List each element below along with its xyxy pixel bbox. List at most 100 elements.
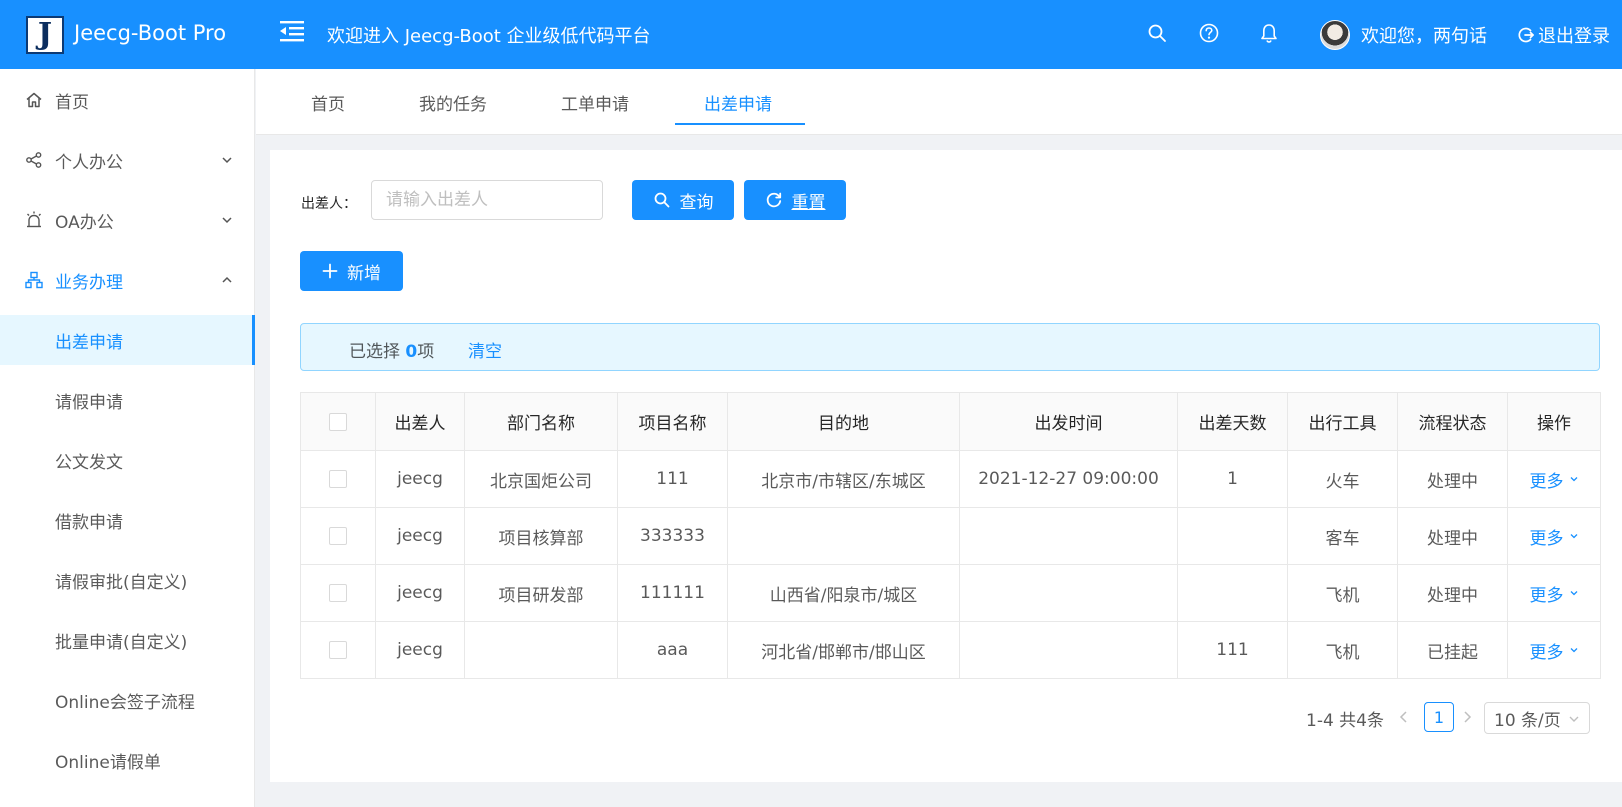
reset-button[interactable]: 重置 <box>744 180 846 220</box>
selection-info: 已选择 0项 <box>349 342 435 362</box>
column-header[interactable]: 流程状态 <box>1397 392 1508 451</box>
logout-button[interactable]: 退出登录 <box>1517 22 1610 48</box>
more-actions-link[interactable]: 更多 <box>1530 638 1579 663</box>
row-checkbox[interactable] <box>329 527 347 545</box>
cell-transport: 火车 <box>1287 450 1398 508</box>
column-header[interactable]: 项目名称 <box>617 392 728 451</box>
tab-business-trip[interactable]: 出差申请 <box>704 69 772 135</box>
column-header[interactable]: 目的地 <box>727 392 960 451</box>
sidebar-subitem-online-countersign[interactable]: Online会签子流程 <box>0 675 255 725</box>
select-all-checkbox[interactable] <box>329 412 347 431</box>
sidebar-subitem-label: 请假审批(自定义) <box>55 572 188 593</box>
top-header: J Jeecg-Boot Pro 欢迎进入 Jeecg-Boot 企业级低代码平… <box>0 0 1622 69</box>
reload-icon <box>766 192 781 208</box>
table-row[interactable]: jeecg 北京国炬公司 111 北京市/市辖区/东城区 2021-12-27 … <box>300 450 1601 508</box>
page-size-select[interactable]: 10 条/页 <box>1484 702 1590 734</box>
sidebar-subitem-leave[interactable]: 请假申请 <box>0 375 255 425</box>
add-button-label: 新增 <box>347 263 381 283</box>
query-button[interactable]: 查询 <box>632 180 734 220</box>
chevron-left-icon[interactable] <box>1396 709 1412 725</box>
table-row[interactable]: jeecg aaa 河北省/邯郸市/邯山区 111 飞机 已挂起 更多 <box>300 621 1601 679</box>
sidebar-subitem-label: Online会签子流程 <box>55 692 195 713</box>
sidebar-subitem-label: 请假申请 <box>55 392 123 413</box>
cell-depart-time <box>959 564 1178 622</box>
more-actions-link[interactable]: 更多 <box>1530 581 1579 606</box>
cell-transport: 飞机 <box>1287 564 1398 622</box>
sidebar-subitem-loan[interactable]: 借款申请 <box>0 495 255 545</box>
row-checkbox[interactable] <box>329 584 347 602</box>
cell-days <box>1177 564 1288 622</box>
column-header[interactable]: 出差人 <box>375 392 465 451</box>
traveler-search-input[interactable] <box>371 180 603 220</box>
user-greeting[interactable]: 欢迎您，两句话 <box>1361 22 1487 48</box>
add-button[interactable]: 新增 <box>300 251 403 291</box>
column-header[interactable]: 出发时间 <box>959 392 1178 451</box>
query-button-label: 查询 <box>679 192 714 212</box>
cell-destination: 河北省/邯郸市/邯山区 <box>727 621 960 679</box>
cell-project: 333333 <box>617 507 728 565</box>
alarm-icon <box>27 211 41 228</box>
selection-count: 0 <box>405 342 418 362</box>
sidebar-item-home[interactable]: 首页 <box>0 75 255 125</box>
cell-person: jeecg <box>375 621 465 679</box>
chevron-down-icon <box>1570 591 1577 596</box>
sidebar-subitem-label: Online请假单 <box>55 752 161 773</box>
row-checkbox[interactable] <box>329 641 347 659</box>
sidebar-subitem-batch[interactable]: 批量申请(自定义) <box>0 615 255 665</box>
page-size-value: 10 条/页 <box>1494 710 1561 731</box>
cell-person: jeecg <box>375 507 465 565</box>
clear-selection-link[interactable]: 清空 <box>468 337 502 362</box>
column-header[interactable]: 部门名称 <box>464 392 618 451</box>
sidebar-subitem-label: 出差申请 <box>55 332 123 353</box>
pagination-page[interactable]: 1 <box>1424 702 1454 732</box>
cell-days: 1 <box>1177 450 1288 508</box>
chevron-up-icon <box>222 276 232 283</box>
sidebar-item-business[interactable]: 业务办理 <box>0 255 255 305</box>
share-icon <box>26 152 42 168</box>
row-select-cell <box>300 621 376 679</box>
menu-fold-icon[interactable] <box>278 18 306 44</box>
column-header[interactable]: 出行工具 <box>1287 392 1398 451</box>
page-tabs: 首页 我的任务 工单申请 出差申请 <box>256 69 1622 135</box>
tab-my-tasks[interactable]: 我的任务 <box>419 69 487 135</box>
business-trip-table: 出差人 部门名称 项目名称 目的地 出发时间 出差天数 出行工具 流程状态 操作… <box>300 392 1601 679</box>
tab-work-order[interactable]: 工单申请 <box>561 69 629 135</box>
cell-transport: 飞机 <box>1287 621 1398 679</box>
logout-label: 退出登录 <box>1538 26 1610 47</box>
sidebar-item-oa-office[interactable]: OA办公 <box>0 195 255 245</box>
sidebar-subitem-business-trip[interactable]: 出差申请 <box>0 315 255 365</box>
table-row[interactable]: jeecg 项目核算部 333333 客车 处理中 更多 <box>300 507 1601 565</box>
sidebar-subitem-leave-approval[interactable]: 请假审批(自定义) <box>0 555 255 605</box>
pagination-total: 1-4 共4条 <box>1306 711 1384 731</box>
help-icon[interactable] <box>1198 22 1220 44</box>
tab-home[interactable]: 首页 <box>311 69 345 135</box>
selection-alert: 已选择 0项 清空 <box>300 323 1600 371</box>
cell-dept: 北京国炬公司 <box>464 450 618 508</box>
sidebar-subitem-document[interactable]: 公文发文 <box>0 435 255 485</box>
cell-action: 更多 <box>1507 564 1601 622</box>
chevron-down-icon <box>222 217 232 224</box>
row-checkbox[interactable] <box>329 470 347 488</box>
cell-status: 处理中 <box>1397 507 1508 565</box>
chevron-right-icon[interactable] <box>1459 709 1475 725</box>
header-welcome: 欢迎进入 Jeecg-Boot 企业级低代码平台 <box>327 26 651 47</box>
chevron-down-icon <box>1570 534 1577 539</box>
reset-button-label: 重置 <box>791 192 826 212</box>
search-icon[interactable] <box>1146 22 1168 44</box>
sidebar-item-personal-office[interactable]: 个人办公 <box>0 135 255 185</box>
chevron-down-icon <box>222 157 232 164</box>
bell-icon[interactable] <box>1258 22 1280 44</box>
sidebar-item-label: 首页 <box>55 92 89 113</box>
more-actions-link[interactable]: 更多 <box>1530 467 1579 492</box>
active-tab-indicator <box>675 123 805 125</box>
cell-action: 更多 <box>1507 507 1601 565</box>
sidebar-subitem-online-leave[interactable]: Online请假单 <box>0 735 255 785</box>
cell-action: 更多 <box>1507 621 1601 679</box>
column-header[interactable]: 出差天数 <box>1177 392 1288 451</box>
cluster-icon <box>25 271 43 289</box>
plus-icon <box>322 263 338 279</box>
more-actions-link[interactable]: 更多 <box>1530 524 1579 549</box>
table-row[interactable]: jeecg 项目研发部 111111 山西省/阳泉市/城区 飞机 处理中 更多 <box>300 564 1601 622</box>
avatar[interactable] <box>1320 20 1350 50</box>
cell-destination: 北京市/市辖区/东城区 <box>727 450 960 508</box>
